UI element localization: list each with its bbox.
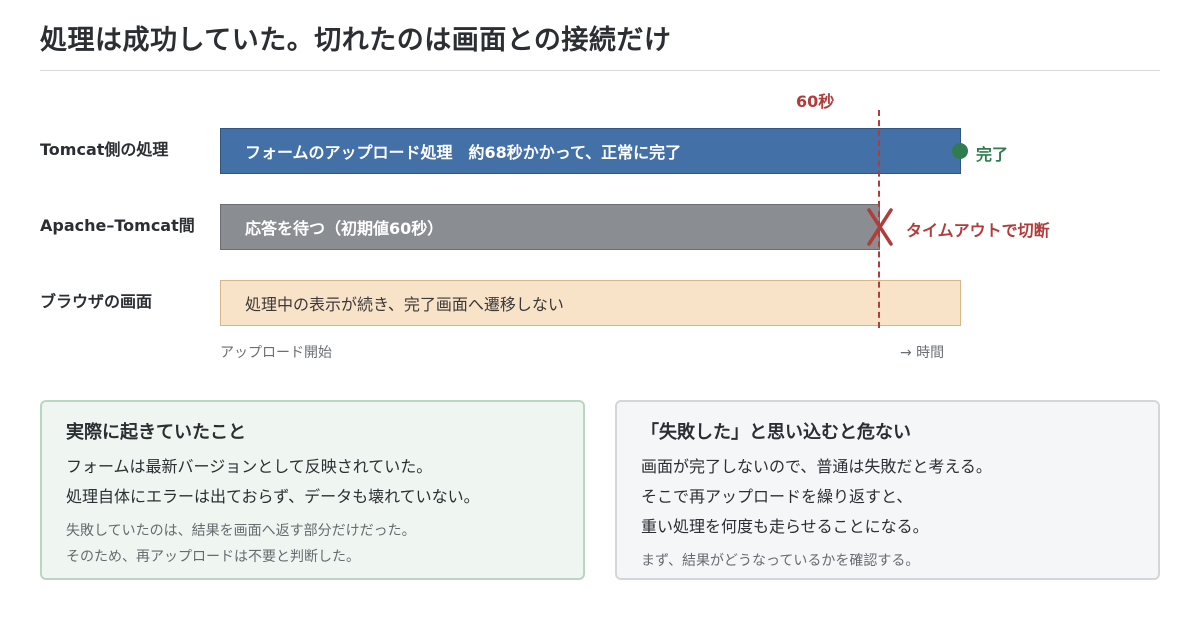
bar-tomcat-text: フォームのアップロード処理 約68秒かかって、正常に完了 — [245, 143, 682, 162]
card-assumption-danger: 「失敗した」と思い込むと危ない 画面が完了しないので、普通は失敗だと考える。 そ… — [615, 400, 1160, 580]
card-line: フォームは最新バージョンとして反映されていた。 — [66, 457, 433, 476]
card-line: 重い処理を何度も走らせることになる。 — [641, 517, 929, 536]
card-title: 実際に起きていたこと — [66, 422, 246, 443]
row-label-tomcat: Tomcat側の処理 — [40, 140, 169, 159]
timeout-label: タイムアウトで切断 — [906, 221, 1050, 240]
bar-tomcat-processing: フォームのアップロード処理 約68秒かかって、正常に完了 — [220, 128, 961, 174]
card-line: 処理自体にエラーは出ておらず、データも壊れていない。 — [66, 487, 480, 506]
axis-start-label: アップロード開始 — [220, 345, 332, 361]
bar-apache-wait: 応答を待つ（初期値60秒） — [220, 204, 880, 250]
cutoff-label: 60秒 — [796, 92, 835, 111]
bar-browser-text: 処理中の表示が続き、完了画面へ遷移しない — [245, 295, 564, 314]
card-what-happened: 実際に起きていたこと フォームは最新バージョンとして反映されていた。 処理自体に… — [40, 400, 585, 580]
bar-browser-screen: 処理中の表示が続き、完了画面へ遷移しない — [220, 280, 961, 326]
card-line: そこで再アップロードを繰り返すと、 — [641, 487, 913, 506]
done-dot-icon — [952, 143, 968, 159]
card-note: 失敗していたのは、結果を画面へ返す部分だけだった。 — [66, 523, 416, 539]
axis-end-label: → 時間 — [900, 345, 945, 361]
timeout-cross-icon — [867, 208, 893, 246]
card-title: 「失敗した」と思い込むと危ない — [641, 422, 911, 443]
card-note: まず、結果がどうなっているかを確認する。 — [641, 553, 920, 569]
timeline-diagram: 60秒 Tomcat側の処理 フォームのアップロード処理 約68秒かかって、正常… — [0, 0, 1200, 380]
card-line: 画面が完了しないので、普通は失敗だと考える。 — [641, 457, 992, 476]
row-label-browser: ブラウザの画面 — [40, 292, 153, 311]
bar-apache-text: 応答を待つ（初期値60秒） — [245, 219, 444, 238]
row-label-apache: Apache–Tomcat間 — [40, 216, 195, 235]
card-note: そのため、再アップロードは不要と判断した。 — [66, 549, 360, 565]
done-label: 完了 — [976, 145, 1009, 164]
